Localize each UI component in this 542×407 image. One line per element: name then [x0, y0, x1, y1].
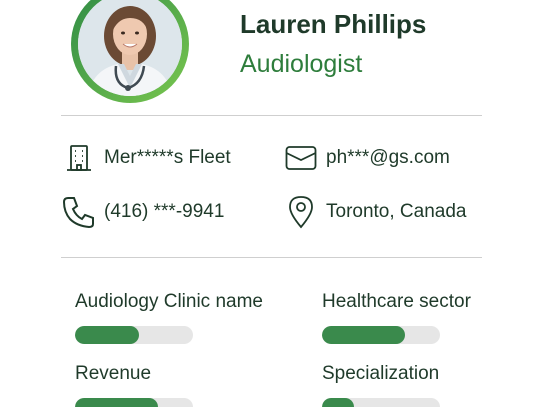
contact-location: Toronto, Canada: [284, 195, 467, 229]
metric-audiology-clinic-name: Audiology Clinic name: [75, 291, 275, 344]
metric-label: Revenue: [75, 363, 152, 384]
progress-fill: [322, 326, 405, 344]
metric-label: Healthcare sector: [322, 291, 471, 312]
profile-title: Audiologist: [240, 50, 363, 78]
divider: [61, 115, 482, 116]
location-text: Toronto, Canada: [326, 201, 467, 222]
avatar-photo: [78, 0, 182, 96]
contact-email[interactable]: ph***@gs.com: [284, 141, 450, 175]
metric-label: Specialization: [322, 363, 440, 384]
company-text: Mer*****s Fleet: [104, 147, 231, 168]
metric-revenue: Revenue: [75, 363, 275, 407]
metric-label: Audiology Clinic name: [75, 291, 263, 312]
phone-text[interactable]: (416) ***-9941: [104, 201, 224, 223]
email-text[interactable]: ph***@gs.com: [326, 147, 450, 169]
metric-healthcare-sector: Healthcare sector: [322, 291, 522, 344]
progress-track: [322, 326, 440, 344]
divider: [61, 257, 482, 258]
map-pin-icon: [284, 195, 318, 229]
contact-company: Mer*****s Fleet: [62, 141, 231, 175]
progress-fill: [75, 326, 139, 344]
contact-phone[interactable]: (416) ***-9941: [62, 195, 224, 229]
building-icon: [62, 141, 96, 175]
progress-fill: [75, 398, 158, 407]
profile-name: Lauren Phillips: [240, 9, 427, 39]
avatar: [71, 0, 189, 103]
metric-specialization: Specialization: [322, 363, 522, 407]
envelope-icon: [284, 141, 318, 175]
phone-icon: [62, 195, 96, 229]
progress-track: [75, 398, 193, 407]
progress-track: [75, 326, 193, 344]
progress-track: [322, 398, 440, 407]
progress-fill: [322, 398, 354, 407]
